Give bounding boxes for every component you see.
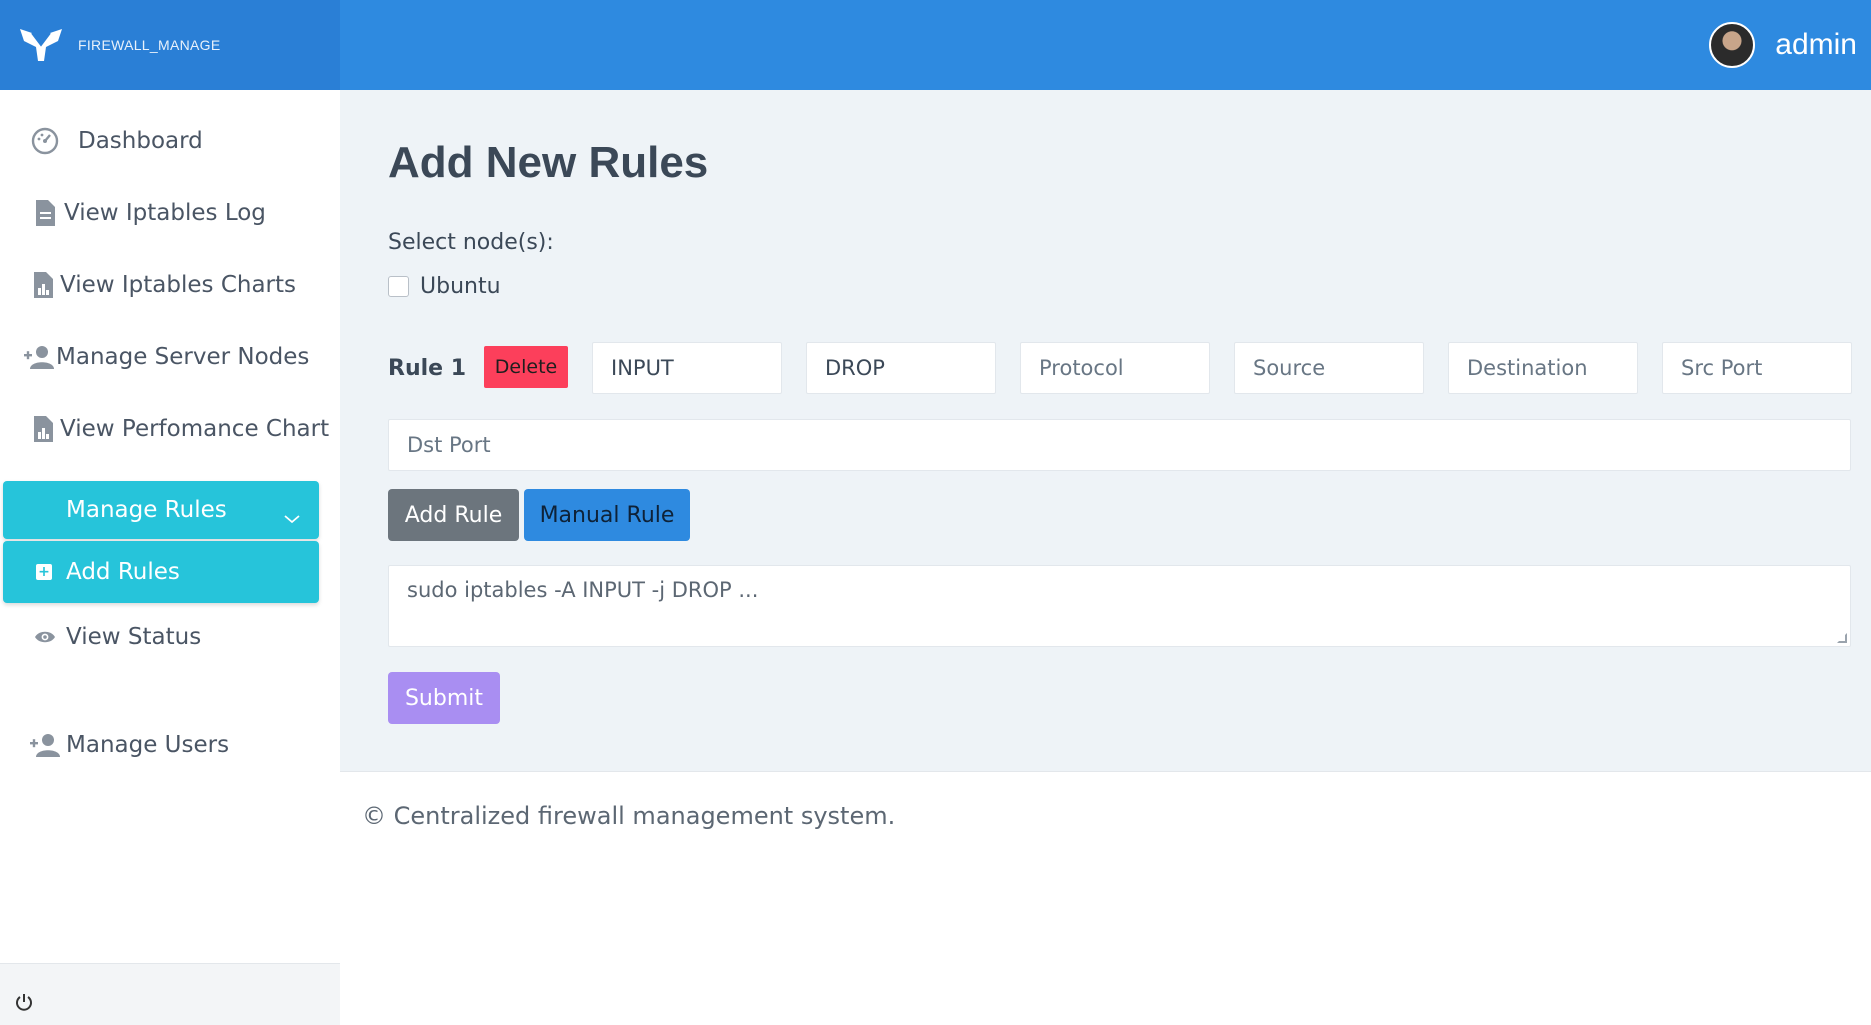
sidebar-item-label: Add Rules — [66, 559, 180, 585]
sidebar-item-label: Dashboard — [78, 128, 203, 154]
sidebar-item-performance-chart[interactable]: View Perfomance Chart — [0, 414, 340, 444]
dst-port-input[interactable]: Dst Port — [388, 419, 1851, 471]
page-title: Add New Rules — [388, 138, 709, 187]
destination-input[interactable]: Destination — [1448, 342, 1638, 394]
add-rule-button[interactable]: Add Rule — [388, 489, 519, 541]
document-icon — [30, 198, 60, 228]
chevron-down-icon — [283, 505, 301, 531]
sidebar-item-view-status[interactable]: View Status — [0, 622, 340, 652]
sidebar-footer — [0, 963, 340, 1025]
sidebar-item-iptables-log[interactable]: View Iptables Log — [0, 198, 340, 228]
plus-square-icon: + — [36, 564, 52, 580]
chain-select[interactable]: INPUT — [592, 342, 782, 394]
protocol-input[interactable]: Protocol — [1020, 342, 1210, 394]
sidebar-item-server-nodes[interactable]: Manage Server Nodes — [0, 342, 340, 372]
manual-rule-button[interactable]: Manual Rule — [524, 489, 690, 541]
user-menu[interactable]: admin — [1709, 0, 1857, 90]
sidebar-item-add-rules[interactable]: + Add Rules — [3, 541, 319, 603]
add-user-icon — [30, 730, 60, 760]
resize-handle-icon[interactable] — [1837, 633, 1847, 643]
rule-label: Rule 1 — [388, 356, 467, 381]
sidebar-item-label: View Iptables Charts — [60, 272, 297, 298]
node-option-ubuntu[interactable]: Ubuntu — [388, 274, 501, 299]
sidebar-group-manage-rules: Manage Rules + Add Rules — [3, 481, 319, 603]
sidebar: Dashboard View Iptables Log View Iptable… — [0, 90, 340, 1025]
chart-file-icon — [28, 414, 58, 444]
footer: © Centralized firewall management system… — [340, 771, 1871, 1025]
sidebar-item-manage-rules[interactable]: Manage Rules — [3, 481, 319, 539]
brand[interactable]: FIREWALL_MANAGE — [0, 0, 340, 90]
top-navbar: FIREWALL_MANAGE admin — [0, 0, 1871, 90]
eye-icon — [30, 622, 60, 652]
sidebar-item-iptables-charts[interactable]: View Iptables Charts — [0, 270, 340, 300]
target-select[interactable]: DROP — [806, 342, 996, 394]
sidebar-item-dashboard[interactable]: Dashboard — [0, 126, 340, 156]
sidebar-item-label: View Iptables Log — [64, 200, 266, 226]
brand-name: FIREWALL_MANAGE — [78, 37, 221, 53]
power-icon[interactable] — [14, 992, 34, 1016]
delete-rule-button[interactable]: Delete — [484, 346, 568, 388]
sidebar-item-label: Manage Rules — [66, 497, 227, 523]
avatar[interactable] — [1709, 22, 1756, 68]
manual-rule-textarea[interactable]: sudo iptables -A INPUT -j DROP ... — [388, 565, 1851, 647]
node-checkbox[interactable] — [388, 276, 409, 297]
sidebar-item-label: Manage Users — [66, 732, 230, 758]
submit-button[interactable]: Submit — [388, 672, 500, 724]
source-input[interactable]: Source — [1234, 342, 1424, 394]
sidebar-item-label: View Perfomance Chart — [60, 416, 330, 442]
user-name[interactable]: admin — [1775, 28, 1857, 62]
main-content: Add New Rules Select node(s): Ubuntu Rul… — [340, 90, 1871, 771]
sidebar-item-manage-users[interactable]: Manage Users — [0, 730, 340, 760]
add-user-icon — [24, 342, 54, 372]
select-nodes-label: Select node(s): — [388, 230, 554, 255]
node-label: Ubuntu — [420, 274, 501, 299]
footer-text: © Centralized firewall management system… — [362, 802, 896, 830]
chart-file-icon — [28, 270, 58, 300]
speedometer-icon — [30, 126, 60, 156]
sidebar-item-label: View Status — [66, 624, 202, 650]
src-port-input[interactable]: Src Port — [1662, 342, 1852, 394]
sidebar-item-label: Manage Server Nodes — [56, 344, 310, 370]
logo-icon — [20, 29, 62, 61]
manual-rule-placeholder: sudo iptables -A INPUT -j DROP ... — [407, 578, 759, 602]
